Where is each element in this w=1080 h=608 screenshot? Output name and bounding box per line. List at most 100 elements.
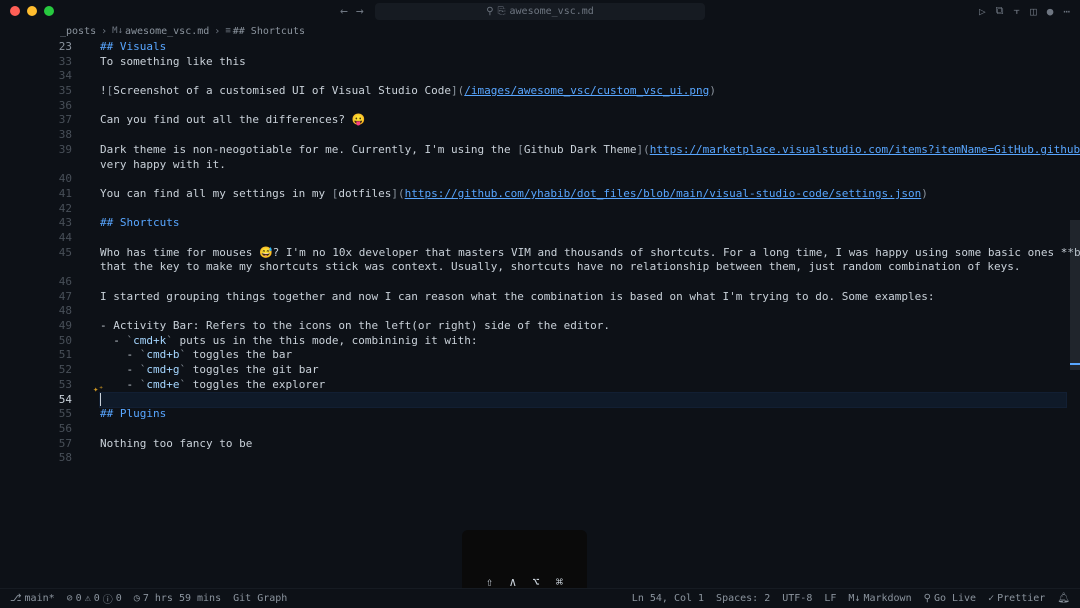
check-icon: ✓: [988, 593, 994, 604]
compare-icon[interactable]: ⧉: [996, 4, 1004, 18]
status-wakatime[interactable]: ◷ 7 hrs 59 mins: [134, 593, 221, 604]
overview-ruler-mark: [1070, 363, 1080, 365]
code-line[interactable]: - `cmd+k` puts us in the this mode, comb…: [100, 334, 1066, 349]
status-indentation[interactable]: Spaces: 2: [716, 593, 770, 604]
copilot-sparkle-icon[interactable]: ✦⁺: [93, 385, 104, 395]
code-line[interactable]: [100, 451, 1066, 466]
code-line[interactable]: [100, 99, 1066, 114]
status-eol[interactable]: LF: [824, 593, 836, 604]
command-center[interactable]: ⚲ ⎘ awesome_vsc.md: [375, 3, 705, 20]
maximize-window-button[interactable]: [44, 6, 54, 16]
statusbar: ⎇ main* ⊘0 ⚠0 ⓘ0 ◷ 7 hrs 59 mins Git Gra…: [0, 588, 1080, 608]
line-number: 54: [0, 393, 72, 408]
code-line[interactable]: [100, 128, 1066, 143]
code-line[interactable]: Dark theme is non-neogotiable for me. Cu…: [100, 143, 1066, 158]
line-number: 37: [0, 113, 72, 128]
minimize-window-button[interactable]: [27, 6, 37, 16]
code-line[interactable]: - `cmd+e` toggles the explorer: [100, 378, 1066, 393]
info-icon: ⓘ: [103, 591, 113, 606]
code-line[interactable]: [100, 393, 1066, 408]
error-icon: ⊘: [67, 593, 73, 604]
shift-key-icon: ⇧: [486, 575, 493, 589]
command-key-icon: ⌘: [556, 575, 563, 589]
code-line[interactable]: that the key to make my shortcuts stick …: [100, 260, 1066, 275]
window-controls: [10, 6, 54, 16]
code-line[interactable]: [100, 275, 1066, 290]
code-line[interactable]: - `cmd+b` toggles the bar: [100, 348, 1066, 363]
branch-icon: ⎇: [10, 593, 22, 604]
code-line[interactable]: ## Plugins: [100, 407, 1066, 422]
line-number: 57: [0, 437, 72, 452]
line-number: 50: [0, 334, 72, 349]
code-line[interactable]: - Activity Bar: Refers to the icons on t…: [100, 319, 1066, 334]
line-number: 35: [0, 84, 72, 99]
status-cursor-position[interactable]: Ln 54, Col 1: [632, 593, 704, 604]
status-prettier[interactable]: ✓ Prettier: [988, 593, 1045, 604]
scrollbar[interactable]: [1070, 220, 1080, 370]
preview-icon[interactable]: ⫟: [1013, 4, 1020, 18]
screencast-key-popup: ⇧ ∧ ⌥ ⌘: [462, 530, 587, 590]
line-number: 23: [0, 40, 72, 55]
command-center-label: awesome_vsc.md: [510, 6, 594, 17]
line-number-gutter: 2333343536373839404142434445464748495051…: [0, 40, 90, 466]
broadcast-icon: ⚲: [924, 593, 931, 604]
code-line[interactable]: Nothing too fancy to be: [100, 437, 1066, 452]
status-notifications[interactable]: 🔔︎: [1057, 593, 1070, 604]
code-line[interactable]: You can find all my settings in my [dotf…: [100, 187, 1066, 202]
titlebar: ← → ⚲ ⎘ awesome_vsc.md ▷ ⧉ ⫟ ◫ ● ⋯: [0, 0, 1080, 22]
folded-heading: ## Visuals: [100, 40, 1066, 55]
more-icon[interactable]: ⋯: [1063, 5, 1070, 18]
run-icon[interactable]: ▷: [979, 5, 986, 18]
code-line[interactable]: very happy with it.: [100, 158, 1066, 173]
line-number: 39: [0, 143, 72, 158]
status-golive[interactable]: ⚲ Go Live: [924, 593, 976, 604]
code-line[interactable]: ![Screenshot of a customised UI of Visua…: [100, 84, 1066, 99]
chevron-right-icon: ›: [214, 26, 220, 37]
code-line[interactable]: [100, 304, 1066, 319]
breadcrumbs[interactable]: _posts › M↓ awesome_vsc.md › ≡ ## Shortc…: [0, 22, 1080, 40]
markdown-file-icon: M↓: [112, 26, 123, 36]
line-number: [0, 260, 72, 275]
line-number: 58: [0, 451, 72, 466]
code-line[interactable]: [100, 172, 1066, 187]
status-problems[interactable]: ⊘0 ⚠0 ⓘ0: [67, 591, 122, 606]
line-number: 45: [0, 246, 72, 261]
line-number: 52: [0, 363, 72, 378]
line-number: 46: [0, 275, 72, 290]
breadcrumb-outline[interactable]: ## Shortcuts: [233, 26, 305, 37]
breadcrumb-folder[interactable]: _posts: [60, 26, 96, 37]
status-language[interactable]: M↓ Markdown: [848, 593, 911, 604]
code-line[interactable]: To something like this: [100, 55, 1066, 70]
split-icon[interactable]: ◫: [1030, 5, 1037, 18]
code-line[interactable]: ## Shortcuts: [100, 216, 1066, 231]
breadcrumb-file[interactable]: awesome_vsc.md: [125, 26, 209, 37]
status-encoding[interactable]: UTF-8: [782, 593, 812, 604]
code-line[interactable]: [100, 202, 1066, 217]
status-branch[interactable]: ⎇ main*: [10, 593, 55, 604]
code-line[interactable]: [100, 422, 1066, 437]
control-key-icon: ∧: [509, 575, 516, 589]
code-lines[interactable]: ## VisualsTo something like this ![Screen…: [100, 40, 1066, 466]
nav-forward-button[interactable]: →: [356, 4, 364, 19]
code-line[interactable]: Who has time for mouses 😅? I'm no 10x de…: [100, 246, 1066, 261]
search-icon: ⚲: [486, 6, 493, 17]
line-number: 51: [0, 348, 72, 363]
line-number: 43: [0, 216, 72, 231]
close-window-button[interactable]: [10, 6, 20, 16]
code-line[interactable]: [100, 231, 1066, 246]
code-line[interactable]: [100, 69, 1066, 84]
chevron-right-icon: ›: [101, 26, 107, 37]
line-number: 34: [0, 69, 72, 84]
line-number: 48: [0, 304, 72, 319]
code-line[interactable]: - `cmd+g` toggles the git bar: [100, 363, 1066, 378]
code-line[interactable]: I started grouping things together and n…: [100, 290, 1066, 305]
nav-back-button[interactable]: ←: [340, 4, 348, 19]
status-gitgraph[interactable]: Git Graph: [233, 593, 287, 604]
line-number: 33: [0, 55, 72, 70]
dirty-indicator-icon: ●: [1047, 5, 1054, 18]
line-number: 38: [0, 128, 72, 143]
line-number: 53: [0, 378, 72, 393]
line-number: 56: [0, 422, 72, 437]
editor[interactable]: 2333343536373839404142434445464748495051…: [0, 40, 1080, 590]
code-line[interactable]: Can you find out all the differences? 😛: [100, 113, 1066, 128]
